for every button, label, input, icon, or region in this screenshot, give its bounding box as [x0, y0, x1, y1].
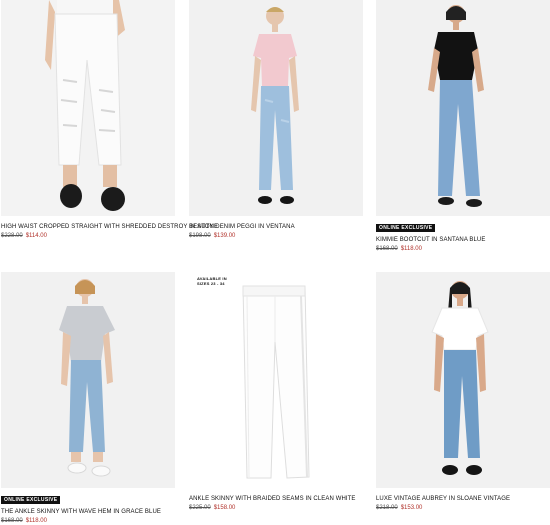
product-prices: $218.00 $153.00	[376, 504, 550, 512]
product-title[interactable]: ANKLE SKINNY WITH BRAIDED SEAMS IN CLEAN…	[189, 495, 363, 503]
online-exclusive-badge: ONLINE EXCLUSIVE	[1, 496, 61, 504]
product-prices: $228.00 $114.00	[1, 232, 175, 240]
product-card[interactable]: LUXE VINTAGE AUBREY IN SLOANE VINTAGE $2…	[376, 272, 550, 512]
product-image[interactable]	[376, 272, 550, 488]
product-photo	[1, 272, 175, 488]
product-prices: $225.00 $158.00	[189, 504, 363, 512]
product-title[interactable]: THE ANKLE SKINNY WITH WAVE HEM IN GRACE …	[1, 508, 175, 516]
product-photo	[376, 272, 550, 488]
product-card[interactable]: ONLINE EXCLUSIVE KIMMIE BOOTCUT IN SANTA…	[376, 0, 550, 253]
product-image[interactable]: AVAILABLE IN SIZES 23 - 34	[189, 272, 363, 488]
original-price: $228.00	[1, 233, 23, 239]
sale-price: $118.00	[25, 518, 47, 524]
product-image[interactable]	[1, 272, 175, 488]
sale-price: $158.00	[213, 505, 236, 511]
sale-price: $114.00	[25, 233, 47, 239]
original-price: $198.00	[189, 233, 211, 239]
product-image[interactable]	[189, 0, 363, 216]
sale-price: $118.00	[400, 246, 422, 252]
product-card[interactable]: AVAILABLE IN SIZES 23 - 34 ANKLE SKINNY …	[189, 272, 363, 512]
product-photo	[1, 0, 175, 216]
product-title[interactable]: BEAUTY DENIM PEGGI IN VENTANA	[189, 223, 363, 231]
product-image[interactable]	[376, 0, 550, 216]
product-card[interactable]: HIGH WAIST CROPPED STRAIGHT WITH SHREDDE…	[1, 0, 218, 240]
product-image[interactable]	[1, 0, 175, 216]
product-prices: $168.00 $118.00	[1, 517, 175, 525]
sale-price: $153.00	[400, 505, 423, 511]
product-title[interactable]: LUXE VINTAGE AUBREY IN SLOANE VINTAGE	[376, 495, 550, 503]
product-photo	[376, 0, 550, 216]
original-price: $218.00	[376, 505, 398, 511]
product-prices: $168.00 $118.00	[376, 245, 550, 253]
sale-price: $139.00	[213, 233, 236, 239]
product-card[interactable]: BEAUTY DENIM PEGGI IN VENTANA $198.00 $13…	[189, 0, 363, 240]
product-title[interactable]: HIGH WAIST CROPPED STRAIGHT WITH SHREDDE…	[1, 223, 218, 231]
product-photo	[242, 285, 310, 479]
product-title[interactable]: KIMMIE BOOTCUT IN SANTANA BLUE	[376, 236, 550, 244]
original-price: $168.00	[376, 246, 398, 252]
original-price: $168.00	[1, 518, 23, 524]
original-price: $225.00	[189, 505, 211, 511]
product-prices: $198.00 $139.00	[189, 232, 363, 240]
online-exclusive-badge: ONLINE EXCLUSIVE	[376, 224, 436, 232]
product-photo	[189, 0, 363, 216]
product-card[interactable]: ONLINE EXCLUSIVE THE ANKLE SKINNY WITH W…	[1, 272, 175, 525]
